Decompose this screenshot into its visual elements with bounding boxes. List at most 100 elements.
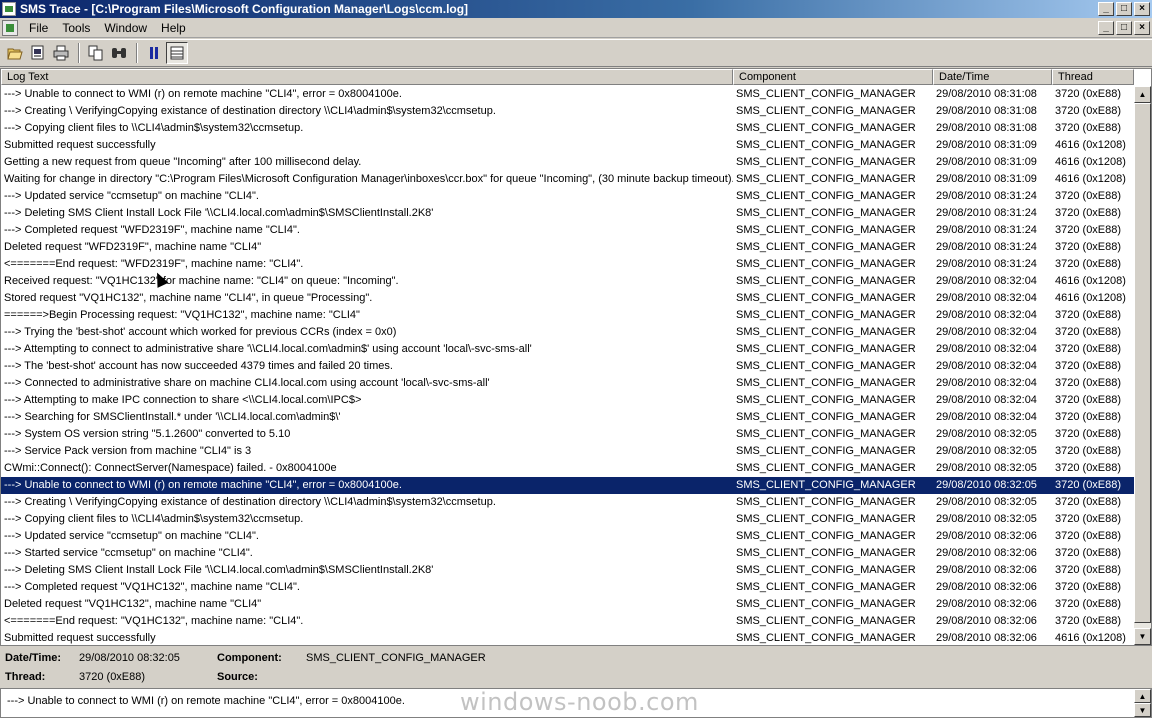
log-row[interactable]: Deleted request "WFD2319F", machine name… — [1, 239, 1134, 256]
log-text-cell: Deleted request "VQ1HC132", machine name… — [4, 598, 262, 610]
log-text-cell: Submitted request successfully — [4, 632, 156, 644]
log-row[interactable]: ---> Deleting SMS Client Install Lock Fi… — [1, 205, 1134, 222]
message-scrollbar[interactable]: ▲ ▼ — [1134, 689, 1151, 717]
log-row[interactable]: ---> Completed request "WFD2319F", machi… — [1, 222, 1134, 239]
doc-restore-button[interactable]: □ — [1116, 20, 1132, 35]
component-cell: SMS_CLIENT_CONFIG_MANAGER — [736, 173, 916, 185]
component-cell: SMS_CLIENT_CONFIG_MANAGER — [736, 496, 916, 508]
log-text-cell: ---> Started service "ccmsetup" on machi… — [4, 547, 253, 559]
message-text: ---> Unable to connect to WMI (r) on rem… — [7, 695, 405, 707]
scroll-up-button[interactable]: ▲ — [1134, 86, 1151, 103]
close-button[interactable]: × — [1134, 2, 1150, 16]
datetime-cell: 29/08/2010 08:31:24 — [936, 190, 1037, 202]
minimize-button[interactable]: _ — [1098, 2, 1114, 16]
log-row[interactable]: ---> Completed request "VQ1HC132", machi… — [1, 579, 1134, 596]
log-row[interactable]: Waiting for change in directory "C:\Prog… — [1, 171, 1134, 188]
log-row[interactable]: ---> Creating \ VerifyingCopying existan… — [1, 494, 1134, 511]
log-row[interactable]: ---> System OS version string "5.1.2600"… — [1, 426, 1134, 443]
scroll-down-button[interactable]: ▼ — [1134, 628, 1151, 645]
thread-cell: 3720 (0xE88) — [1055, 530, 1122, 542]
vertical-scrollbar[interactable]: ▲ ▼ — [1134, 86, 1151, 645]
log-row[interactable]: Stored request "VQ1HC132", machine name … — [1, 290, 1134, 307]
log-row[interactable]: CWmi::Connect(): ConnectServer(Namespace… — [1, 460, 1134, 477]
menu-window[interactable]: Window — [97, 21, 154, 35]
thread-cell: 3720 (0xE88) — [1055, 105, 1122, 117]
thread-cell: 3720 (0xE88) — [1055, 479, 1122, 491]
print-icon[interactable] — [50, 42, 72, 64]
log-row[interactable]: ---> Connected to administrative share o… — [1, 375, 1134, 392]
log-row[interactable]: ---> Attempting to connect to administra… — [1, 341, 1134, 358]
find-icon[interactable] — [108, 42, 130, 64]
window-title: SMS Trace - [C:\Program Files\Microsoft … — [20, 2, 469, 16]
datetime-cell: 29/08/2010 08:32:06 — [936, 547, 1037, 559]
thread-cell: 3720 (0xE88) — [1055, 88, 1122, 100]
log-row[interactable]: ---> Updated service "ccmsetup" on machi… — [1, 528, 1134, 545]
message-scroll-up[interactable]: ▲ — [1134, 689, 1151, 703]
doc-close-button[interactable]: × — [1134, 20, 1150, 35]
component-cell: SMS_CLIENT_CONFIG_MANAGER — [736, 445, 916, 457]
menu-file[interactable]: File — [22, 21, 55, 35]
datetime-cell: 29/08/2010 08:32:04 — [936, 411, 1037, 423]
component-cell: SMS_CLIENT_CONFIG_MANAGER — [736, 513, 916, 525]
log-row[interactable]: ---> Attempting to make IPC connection t… — [1, 392, 1134, 409]
scroll-track[interactable] — [1134, 103, 1151, 623]
log-row[interactable]: Submitted request successfully SMS_CLIENT… — [1, 137, 1134, 154]
maximize-button[interactable]: □ — [1116, 2, 1132, 16]
doc-minimize-button[interactable]: _ — [1098, 20, 1114, 35]
message-scroll-down[interactable]: ▼ — [1134, 703, 1151, 717]
component-cell: SMS_CLIENT_CONFIG_MANAGER — [736, 139, 916, 151]
menu-tools[interactable]: Tools — [55, 21, 97, 35]
log-row[interactable]: ---> Updated service "ccmsetup" on machi… — [1, 188, 1134, 205]
log-row[interactable]: ---> Copying client files to \\CLI4\admi… — [1, 120, 1134, 137]
component-cell: SMS_CLIENT_CONFIG_MANAGER — [736, 122, 916, 134]
print-preview-icon[interactable] — [27, 42, 49, 64]
component-cell: SMS_CLIENT_CONFIG_MANAGER — [736, 377, 916, 389]
log-row[interactable]: Submitted request successfully SMS_CLIENT… — [1, 630, 1134, 645]
log-row[interactable]: ---> Searching for SMSClientInstall.* un… — [1, 409, 1134, 426]
log-row[interactable]: ---> Service Pack version from machine "… — [1, 443, 1134, 460]
column-header-component[interactable]: Component — [733, 69, 933, 85]
log-row[interactable]: ---> Unable to connect to WMI (r) on rem… — [1, 86, 1134, 103]
datetime-cell: 29/08/2010 08:31:08 — [936, 122, 1037, 134]
thread-cell: 3720 (0xE88) — [1055, 224, 1122, 236]
log-row[interactable]: ======>Begin Processing request: "VQ1HC1… — [1, 307, 1134, 324]
log-row[interactable]: ---> Trying the 'best-shot' account whic… — [1, 324, 1134, 341]
log-row[interactable]: ---> Started service "ccmsetup" on machi… — [1, 545, 1134, 562]
log-text-cell: <=======End request: "WFD2319F", machine… — [4, 258, 304, 270]
copy-icon[interactable] — [85, 42, 107, 64]
document-icon[interactable] — [2, 19, 18, 36]
pause-icon[interactable] — [143, 42, 165, 64]
log-rows: ---> Unable to connect to WMI (r) on rem… — [1, 86, 1134, 645]
datetime-cell: 29/08/2010 08:31:24 — [936, 258, 1037, 270]
column-header-log-text[interactable]: Log Text — [1, 69, 733, 85]
log-grid: Log Text Component Date/Time Thread --->… — [0, 68, 1152, 646]
log-text-cell: ---> Searching for SMSClientInstall.* un… — [4, 411, 341, 423]
log-row[interactable]: Deleted request "VQ1HC132", machine name… — [1, 596, 1134, 613]
datetime-cell: 29/08/2010 08:32:06 — [936, 581, 1037, 593]
component-value: SMS_CLIENT_CONFIG_MANAGER — [306, 652, 486, 664]
component-cell: SMS_CLIENT_CONFIG_MANAGER — [736, 207, 916, 219]
thread-cell: 3720 (0xE88) — [1055, 411, 1122, 423]
menu-help[interactable]: Help — [154, 21, 193, 35]
component-cell: SMS_CLIENT_CONFIG_MANAGER — [736, 394, 916, 406]
column-header-thread[interactable]: Thread — [1052, 69, 1134, 85]
log-row[interactable]: <=======End request: "WFD2319F", machine… — [1, 256, 1134, 273]
details-icon[interactable] — [166, 42, 188, 64]
thread-cell: 3720 (0xE88) — [1055, 360, 1122, 372]
log-row[interactable]: <=======End request: "VQ1HC132", machine… — [1, 613, 1134, 630]
log-text-cell: ---> Copying client files to \\CLI4\admi… — [4, 122, 304, 134]
log-row[interactable]: ---> Deleting SMS Client Install Lock Fi… — [1, 562, 1134, 579]
column-header-datetime[interactable]: Date/Time — [933, 69, 1052, 85]
thread-cell: 3720 (0xE88) — [1055, 428, 1122, 440]
datetime-cell: 29/08/2010 08:32:04 — [936, 292, 1037, 304]
log-row[interactable]: Received request: "VQ1HC132" for machine… — [1, 273, 1134, 290]
thread-cell: 4616 (0x1208) — [1055, 173, 1126, 185]
open-icon[interactable] — [4, 42, 26, 64]
log-row[interactable]: ---> Unable to connect to WMI (r) on rem… — [1, 477, 1134, 494]
log-row[interactable]: Getting a new request from queue "Incomi… — [1, 154, 1134, 171]
datetime-cell: 29/08/2010 08:32:06 — [936, 615, 1037, 627]
log-row[interactable]: ---> The 'best-shot' account has now suc… — [1, 358, 1134, 375]
log-row[interactable]: ---> Creating \ VerifyingCopying existan… — [1, 103, 1134, 120]
log-row[interactable]: ---> Copying client files to \\CLI4\admi… — [1, 511, 1134, 528]
thread-value: 3720 (0xE88) — [79, 671, 146, 683]
